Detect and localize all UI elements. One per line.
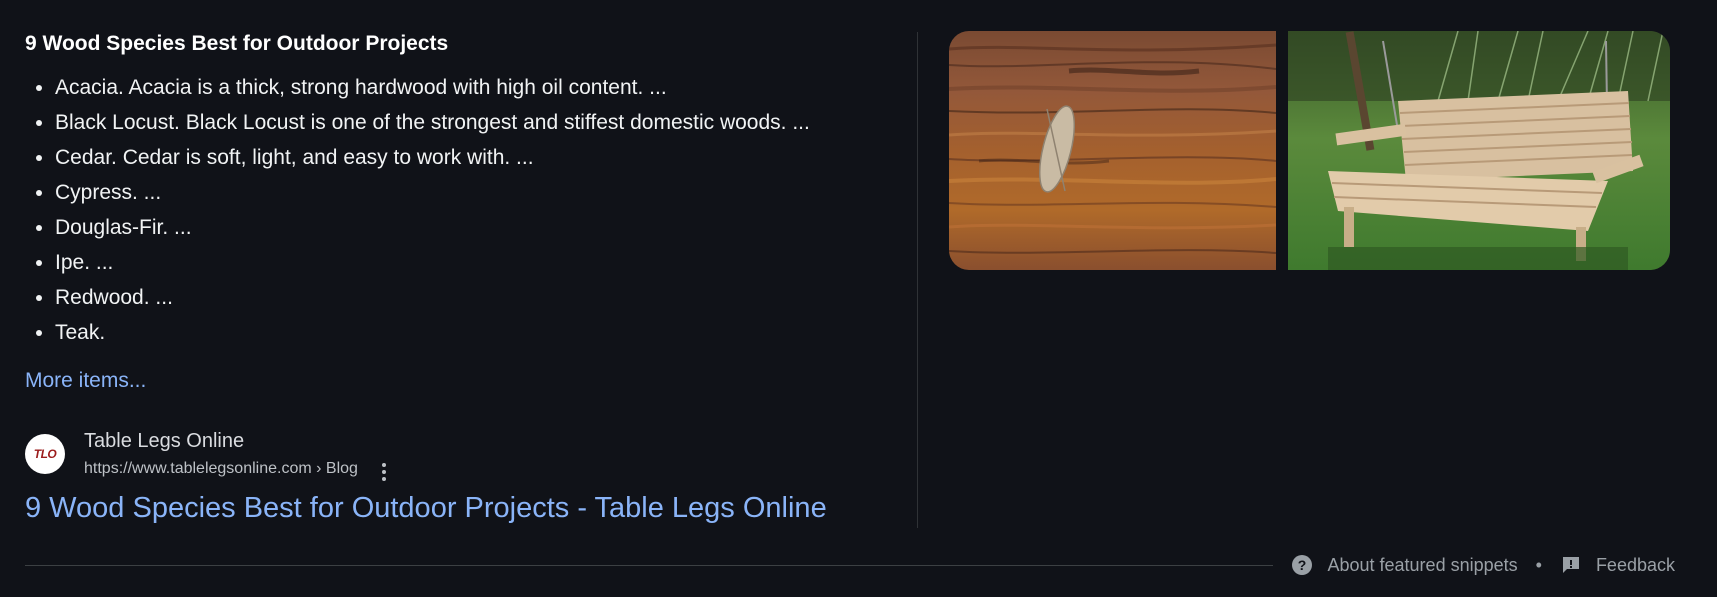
snippet-list: Acacia. Acacia is a thick, strong hardwo… — [25, 70, 905, 350]
feedback-icon — [1560, 554, 1582, 576]
porch-swing-image[interactable] — [1288, 31, 1670, 270]
more-vert-icon[interactable] — [376, 460, 392, 484]
about-featured-snippets-link[interactable]: About featured snippets — [1327, 555, 1517, 576]
list-item: Redwood. ... — [55, 280, 905, 315]
source-url-row: https://www.tablelegsonline.com › Blog — [84, 454, 392, 484]
favicon-text: TLO — [33, 447, 57, 461]
result-title-link[interactable]: 9 Wood Species Best for Outdoor Projects… — [25, 490, 827, 526]
source-url[interactable]: https://www.tablelegsonline.com › Blog — [84, 458, 358, 480]
snippet-heading: 9 Wood Species Best for Outdoor Projects — [25, 32, 449, 55]
source-attribution: TLO Table Legs Online https://www.tablel… — [25, 428, 392, 484]
list-item: Teak. — [55, 315, 905, 350]
featured-snippet: 9 Wood Species Best for Outdoor Projects… — [25, 30, 905, 350]
snippet-footer: ? About featured snippets • Feedback — [1291, 551, 1675, 579]
list-item: Ipe. ... — [55, 245, 905, 280]
source-name[interactable]: Table Legs Online — [84, 428, 392, 454]
list-item: Douglas-Fir. ... — [55, 210, 905, 245]
footer-separator: • — [1535, 554, 1542, 575]
footer-divider — [25, 565, 1273, 566]
source-text: Table Legs Online https://www.tablelegso… — [84, 428, 392, 484]
list-item: Acacia. Acacia is a thick, strong hardwo… — [55, 70, 905, 105]
column-divider — [917, 32, 918, 528]
list-item: Black Locust. Black Locust is one of the… — [55, 105, 905, 140]
wood-texture-image[interactable] — [949, 31, 1276, 270]
svg-text:?: ? — [1298, 557, 1307, 573]
site-favicon[interactable]: TLO — [25, 434, 65, 474]
help-icon: ? — [1291, 554, 1313, 576]
list-item: Cypress. ... — [55, 175, 905, 210]
more-items-link[interactable]: More items... — [25, 367, 146, 395]
feedback-link[interactable]: Feedback — [1596, 555, 1675, 576]
list-item: Cedar. Cedar is soft, light, and easy to… — [55, 140, 905, 175]
